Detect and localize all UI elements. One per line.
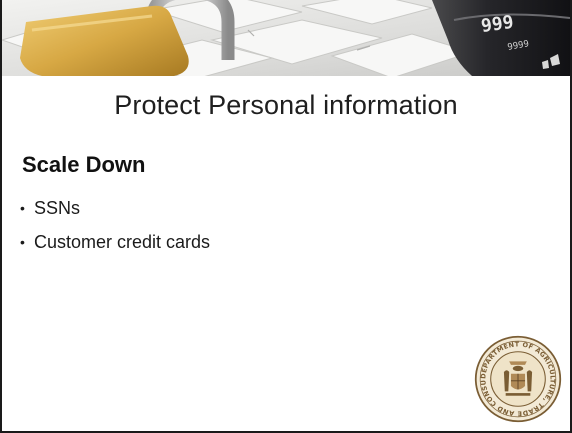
slide: 999 9999 Protect Personal information Sc… [0,0,572,433]
bullet-dot-icon: • [20,234,25,250]
bullet-text: Customer credit cards [34,231,211,252]
bullet-text: SSNs [34,197,81,218]
header-banner-image: 999 9999 [2,0,570,81]
bullet-list: • SSNs • Customer credit cards [20,193,210,261]
wisconsin-seal-icon: DEPARTMENT OF AGRICULTURE, TRADE AND CON… [470,329,562,423]
card-number-text: 999 [480,12,515,37]
bullet-item: • SSNs [20,193,210,223]
department-seal-logo: DEPARTMENT OF AGRICULTURE, TRADE AND CON… [470,329,562,423]
bullet-item: • Customer credit cards [20,227,210,257]
section-heading: Scale Down [22,152,146,177]
slide-title: Protect Personal information [114,90,458,120]
bullet-dot-icon: • [20,200,25,216]
padlock-keyboard-credit-card-image: 999 9999 [2,0,570,81]
